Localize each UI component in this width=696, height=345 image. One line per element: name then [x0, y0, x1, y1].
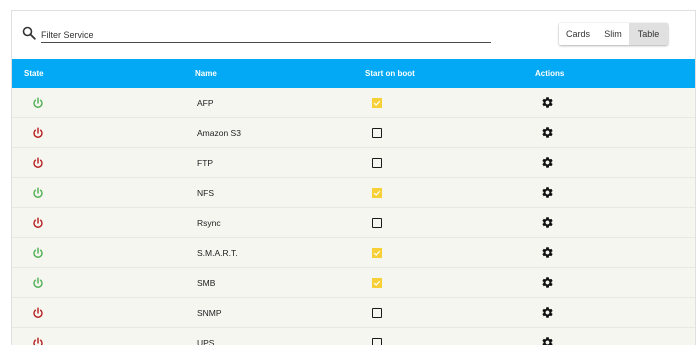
toolbar: Cards Slim Table — [12, 11, 695, 59]
table-row: Rsync — [12, 208, 695, 238]
service-name: SNMP — [197, 308, 222, 318]
start-on-boot-checkbox[interactable] — [372, 308, 382, 318]
gear-icon[interactable] — [541, 216, 554, 229]
start-on-boot-checkbox[interactable] — [372, 128, 382, 138]
slim-view-button[interactable]: Slim — [597, 23, 629, 45]
service-name: UPS — [197, 338, 215, 345]
table-row: S.M.A.R.T. — [12, 238, 695, 268]
table-body: AFP Amazon S3 FTP NFS Rsync S.M.A.R.T. SMB SNMP… — [12, 88, 695, 345]
search-icon — [22, 26, 36, 40]
power-icon[interactable] — [32, 247, 44, 259]
gear-icon[interactable] — [541, 306, 554, 319]
header-name[interactable]: Name — [195, 59, 217, 88]
cards-view-button[interactable]: Cards — [559, 23, 597, 45]
table-header: State Name Start on boot Actions — [12, 59, 695, 88]
header-state[interactable]: State — [24, 59, 44, 88]
services-table: State Name Start on boot Actions AFP Amaz… — [12, 59, 695, 345]
power-icon[interactable] — [32, 127, 44, 139]
table-row: SNMP — [12, 298, 695, 328]
start-on-boot-checkbox[interactable] — [372, 158, 382, 168]
gear-icon[interactable] — [541, 126, 554, 139]
gear-icon[interactable] — [541, 246, 554, 259]
table-row: AFP — [12, 88, 695, 118]
service-name: Rsync — [197, 218, 221, 228]
start-on-boot-checkbox[interactable] — [372, 218, 382, 228]
service-name: SMB — [197, 278, 216, 288]
power-icon[interactable] — [32, 217, 44, 229]
power-icon[interactable] — [32, 277, 44, 289]
gear-icon[interactable] — [541, 156, 554, 169]
table-row: FTP — [12, 148, 695, 178]
service-name: FTP — [197, 158, 214, 168]
gear-icon[interactable] — [541, 186, 554, 199]
start-on-boot-checkbox[interactable] — [372, 188, 382, 198]
header-start-on-boot[interactable]: Start on boot — [365, 59, 415, 88]
header-actions: Actions — [535, 69, 565, 78]
start-on-boot-checkbox[interactable] — [372, 278, 382, 288]
power-icon[interactable] — [32, 97, 44, 109]
search-input[interactable] — [41, 29, 491, 41]
service-name: AFP — [197, 98, 214, 108]
gear-icon[interactable] — [541, 276, 554, 289]
gear-icon[interactable] — [541, 96, 554, 109]
start-on-boot-checkbox[interactable] — [372, 248, 382, 258]
service-name: Amazon S3 — [197, 128, 241, 138]
table-view-button[interactable]: Table — [629, 23, 668, 45]
power-icon[interactable] — [32, 307, 44, 319]
table-row: NFS — [12, 178, 695, 208]
table-row: SMB — [12, 268, 695, 298]
services-panel: Cards Slim Table State Name Start on boo… — [11, 10, 696, 345]
power-icon[interactable] — [32, 157, 44, 169]
search-field[interactable] — [41, 25, 491, 43]
view-toggle: Cards Slim Table — [559, 23, 668, 45]
table-row: UPS — [12, 328, 695, 345]
service-name: NFS — [197, 188, 214, 198]
table-row: Amazon S3 — [12, 118, 695, 148]
power-icon[interactable] — [32, 187, 44, 199]
service-name: S.M.A.R.T. — [197, 248, 238, 258]
start-on-boot-checkbox[interactable] — [372, 98, 382, 108]
